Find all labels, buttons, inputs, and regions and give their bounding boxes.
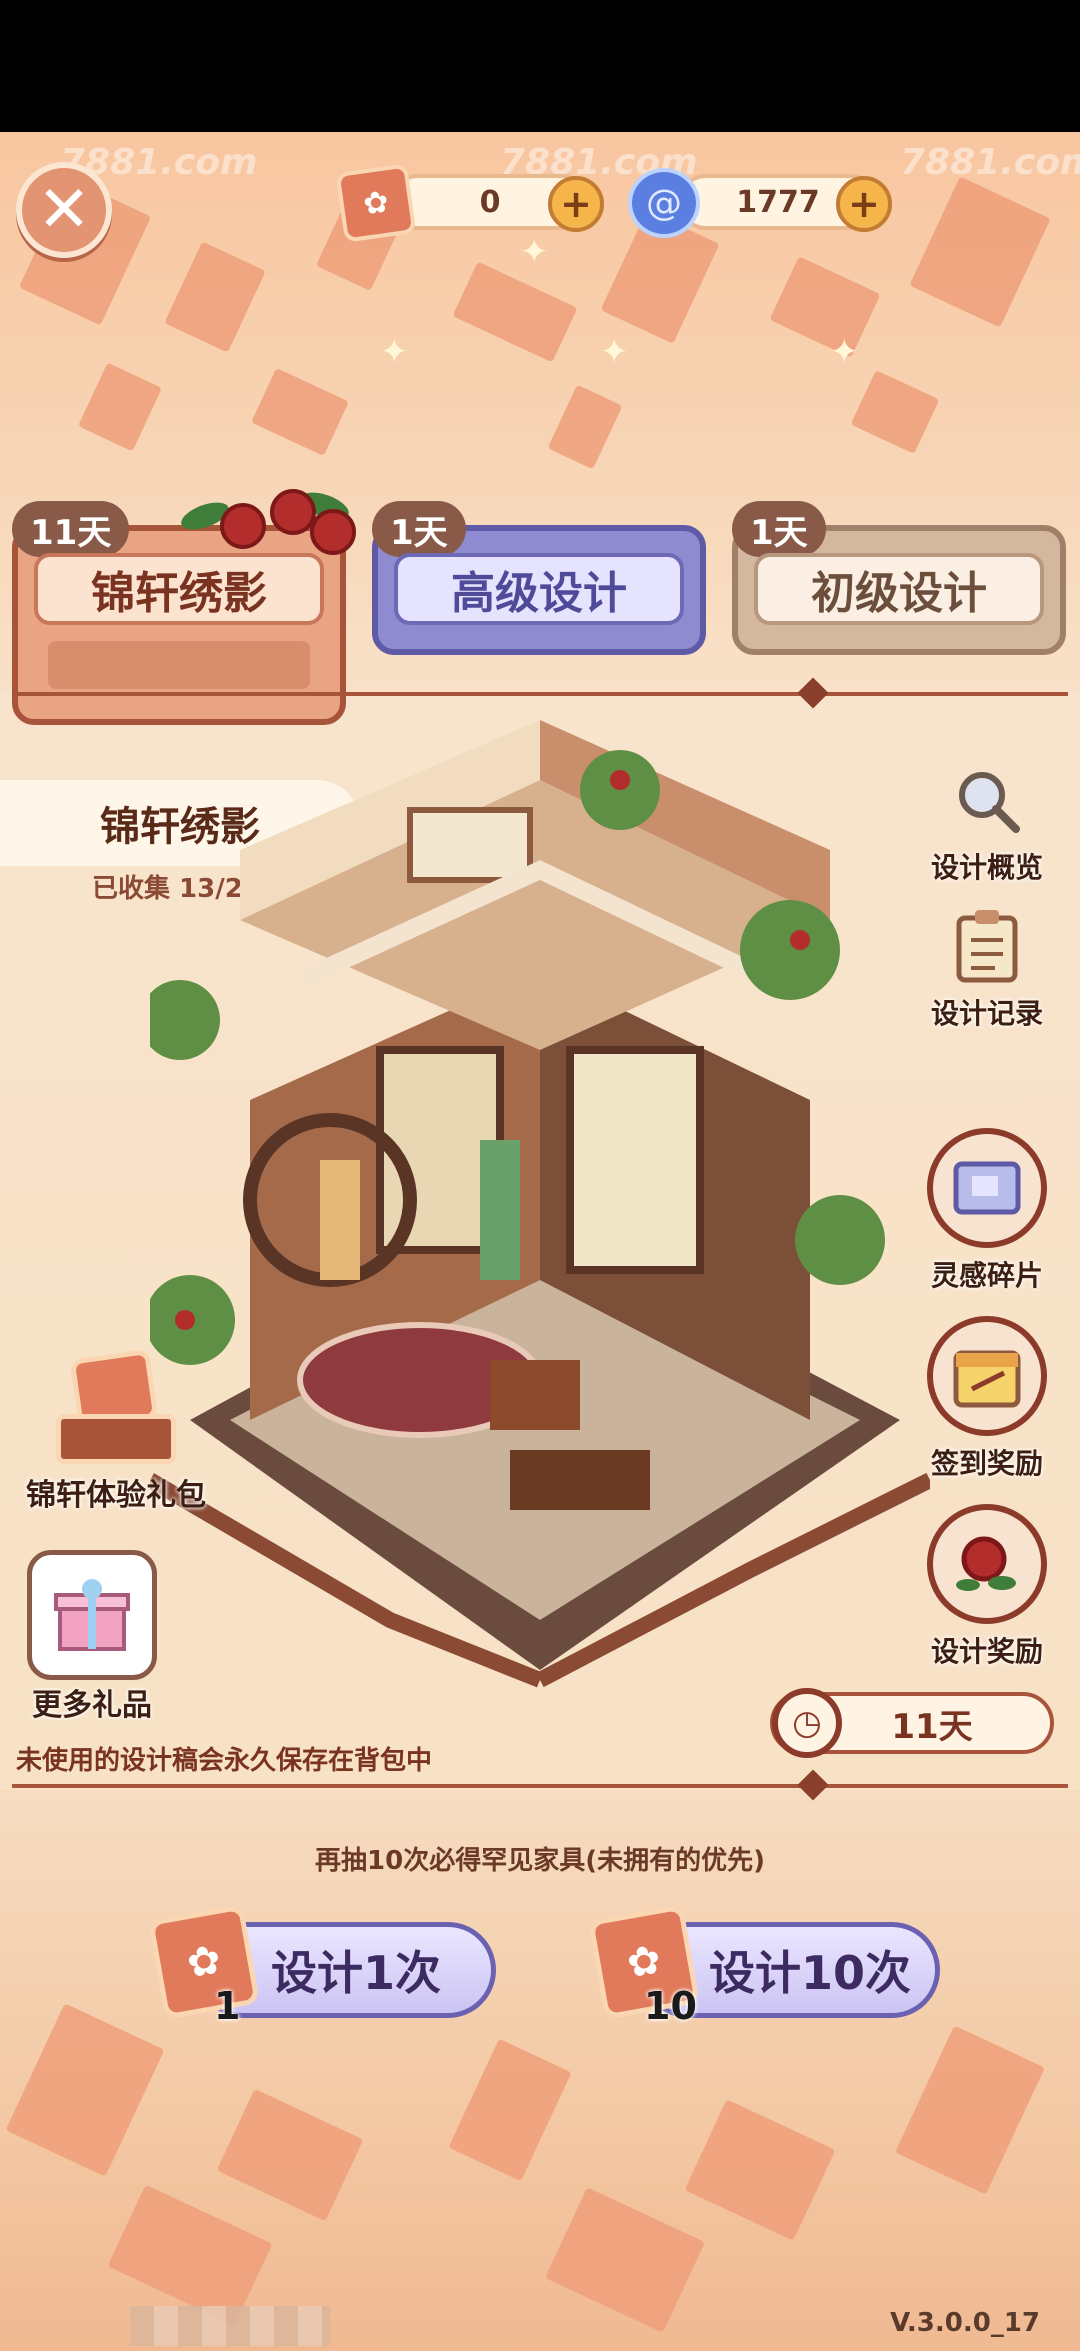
desk	[510, 1450, 650, 1510]
clock-icon: ◷	[772, 1688, 842, 1758]
dress-form	[320, 1160, 360, 1280]
gift-bundle-icon	[56, 1348, 176, 1470]
gift-box-icon	[27, 1550, 157, 1680]
version-label: V.3.0.0_17	[890, 2308, 1040, 2338]
plant	[795, 1195, 885, 1285]
trial-pack-button[interactable]: 锦轩体验礼包	[6, 1348, 226, 1514]
design-once-label: 设计1次	[270, 1946, 441, 2000]
rose-decoration	[177, 485, 360, 555]
inspiration-fragments-button[interactable]: 灵感碎片	[912, 1128, 1062, 1294]
rose-icon	[927, 1504, 1047, 1624]
calendar-icon	[927, 1316, 1047, 1436]
magnifier-icon	[947, 760, 1027, 840]
design-once-cost: 1	[214, 1984, 241, 2028]
room-illustration	[150, 720, 930, 1688]
divider	[12, 692, 1068, 696]
watermark-text: 7881.com	[900, 142, 1080, 183]
design-reward-label: 设计奖励	[930, 1635, 1043, 1668]
inspiration-fragments-label: 灵感碎片	[930, 1259, 1043, 1292]
tab-label: 初级设计	[754, 553, 1044, 625]
gem-currency: 1777 @ +	[628, 168, 900, 238]
tab-days-badge: 11天	[12, 501, 130, 557]
add-gems-button[interactable]: +	[836, 176, 892, 232]
design-overview-button[interactable]: 设计概览	[912, 760, 1062, 886]
more-gifts-button[interactable]: 更多礼品	[22, 1550, 162, 1724]
guarantee-hint: 再抽10次必得罕见家具(未拥有的优先)	[315, 1846, 765, 1876]
tab-days-badge: 1天	[372, 501, 466, 557]
plant	[740, 900, 840, 1000]
checkin-reward-button[interactable]: 签到奖励	[912, 1316, 1062, 1482]
obscured-area	[130, 2306, 330, 2346]
tab-basic-design[interactable]: 1天 初级设计	[732, 501, 1066, 655]
close-button[interactable]: ✕	[16, 162, 112, 258]
design-records-button[interactable]: 设计记录	[912, 906, 1062, 1032]
table	[490, 1360, 580, 1430]
status-bar	[0, 0, 1080, 132]
tab-days-badge: 1天	[732, 501, 826, 557]
window-right	[566, 1046, 704, 1274]
more-gifts-label: 更多礼品	[32, 1688, 152, 1723]
design-overview-label: 设计概览	[930, 851, 1043, 884]
puzzle-map-icon	[927, 1128, 1047, 1248]
design-ten-label: 设计10次	[708, 1946, 911, 2000]
design-ten-cost: 10	[644, 1984, 697, 2028]
checkin-reward-label: 签到奖励	[930, 1447, 1043, 1480]
upper-arch	[407, 807, 533, 883]
divider	[12, 1784, 1068, 1788]
trial-pack-label: 锦轩体验礼包	[26, 1478, 206, 1513]
qipao-display	[480, 1140, 520, 1280]
scroll-currency: 0 +	[335, 163, 610, 243]
design-reward-button[interactable]: 设计奖励	[912, 1504, 1062, 1670]
tab-label: 锦轩绣影	[34, 553, 324, 625]
timer-text: 11天	[891, 1706, 973, 1747]
tab-advanced-design[interactable]: 1天 高级设计	[372, 501, 706, 655]
plant	[150, 980, 220, 1060]
swirl-gem-icon: @	[628, 168, 700, 238]
tab-active-panel	[48, 641, 310, 689]
tab-label: 高级设计	[394, 553, 684, 625]
add-scrolls-button[interactable]: +	[548, 176, 604, 232]
storage-note: 未使用的设计稿会永久保存在背包中	[16, 1746, 433, 1776]
design-scroll-icon: ✿	[148, 1904, 260, 2020]
close-icon: ✕	[37, 173, 91, 247]
design-records-label: 设计记录	[930, 997, 1043, 1030]
clipboard-icon	[947, 906, 1027, 986]
design-scroll-icon	[335, 163, 417, 243]
